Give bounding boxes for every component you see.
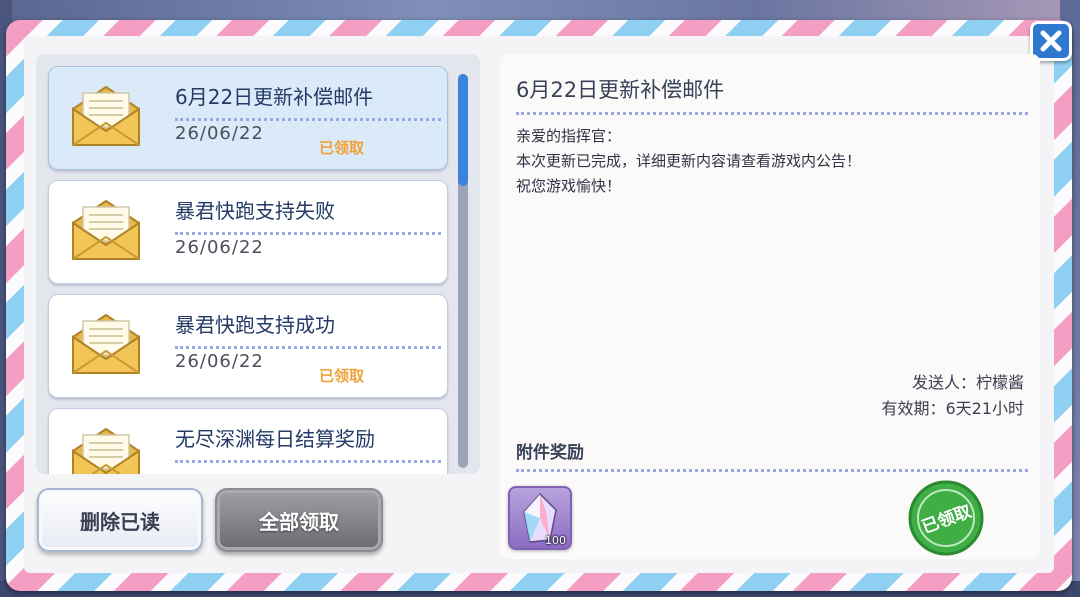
envelope-open-icon <box>72 427 140 474</box>
mail-status: 已领取 <box>319 139 365 157</box>
mail-list-scrollbar[interactable] <box>458 74 468 468</box>
mail-body-line: 祝您游戏愉快！ <box>516 177 622 195</box>
mail-title: 暴君快跑支持成功 <box>175 309 441 349</box>
close-icon <box>1040 30 1062 52</box>
detail-title: 6月22日更新补偿邮件 <box>516 74 1028 115</box>
mail-item[interactable]: 6月22日更新补偿邮件 26/06/22 已领取 <box>48 66 448 170</box>
attachment-quantity: 100 <box>545 534 566 547</box>
mail-title: 6月22日更新补偿邮件 <box>175 81 441 121</box>
envelope-open-icon <box>72 313 140 374</box>
mail-item[interactable]: 无尽深渊每日结算奖励 <box>48 408 448 474</box>
mail-body-line: 亲爱的指挥官： <box>516 127 622 145</box>
mail-title: 暴君快跑支持失败 <box>175 195 441 235</box>
mail-title: 无尽深渊每日结算奖励 <box>175 423 441 463</box>
mail-detail: 6月22日更新补偿邮件 亲爱的指挥官： 本次更新已完成，详细更新内容请查看游戏内… <box>500 54 1040 559</box>
envelope-open-icon <box>72 85 140 146</box>
mail-item[interactable]: 暴君快跑支持成功 26/06/22 已领取 <box>48 294 448 398</box>
sender-info: 发送人：柠檬酱 有效期：6天21小时 <box>881 370 1024 422</box>
mail-body-line: 本次更新已完成，详细更新内容请查看游戏内公告！ <box>516 152 862 170</box>
mail-body: 亲爱的指挥官： 本次更新已完成，详细更新内容请查看游戏内公告！ 祝您游戏愉快！ <box>516 124 1026 199</box>
claimed-stamp: 已领取 <box>908 480 984 556</box>
mail-status: 已领取 <box>319 367 365 385</box>
envelope-open-icon <box>72 199 140 260</box>
mail-date: 26/06/22 <box>175 123 264 144</box>
validity: 有效期：6天21小时 <box>881 399 1024 418</box>
sender: 发送人：柠檬酱 <box>911 373 1024 392</box>
delete-read-button[interactable]: 删除已读 <box>37 488 203 552</box>
attachments-label: 附件奖励 <box>516 438 1028 472</box>
attachment-item[interactable]: 100 <box>508 486 572 550</box>
mail-date: 26/06/22 <box>175 351 264 372</box>
mail-item[interactable]: 暴君快跑支持失败 26/06/22 <box>48 180 448 284</box>
mail-list[interactable]: 6月22日更新补偿邮件 26/06/22 已领取 暴君快跑支持失败 26/06/… <box>36 54 480 474</box>
mail-date: 26/06/22 <box>175 237 264 258</box>
claim-all-button[interactable]: 全部领取 <box>215 488 383 552</box>
scrollbar-thumb[interactable] <box>458 74 468 186</box>
